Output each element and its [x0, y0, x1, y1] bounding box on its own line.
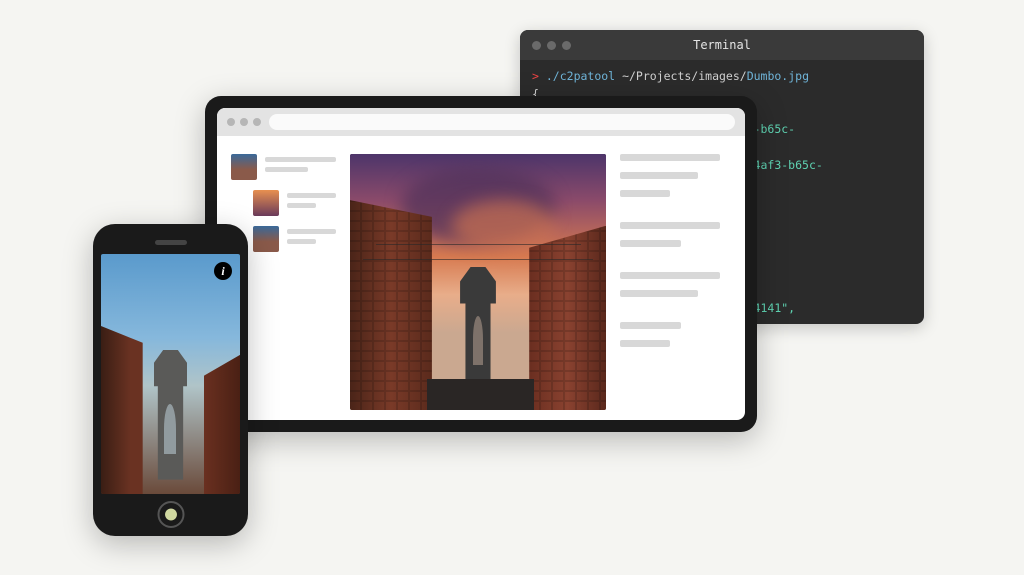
placeholder-line	[620, 222, 720, 229]
placeholder-line	[620, 322, 681, 329]
browser-window	[217, 108, 745, 420]
browser-body	[217, 136, 745, 420]
list-item[interactable]	[253, 226, 336, 252]
phone-device: i	[93, 224, 248, 536]
main-image-column	[350, 154, 606, 410]
thumbnail-icon	[253, 226, 279, 252]
metadata-panel	[620, 154, 731, 410]
list-item[interactable]	[231, 154, 336, 180]
window-controls[interactable]	[227, 118, 261, 126]
phone-screen[interactable]: i	[101, 254, 240, 494]
placeholder-line	[620, 340, 670, 347]
placeholder-line	[620, 290, 698, 297]
camera-viewfinder: i	[101, 254, 240, 494]
tablet-device	[205, 96, 757, 432]
terminal-command-line: > ./c2patool ~/Projects/images/Dumbo.jpg	[532, 68, 912, 86]
minimize-icon[interactable]	[240, 118, 248, 126]
browser-chrome	[217, 108, 745, 136]
main-image[interactable]	[350, 154, 606, 410]
address-bar[interactable]	[269, 114, 735, 130]
info-icon[interactable]: i	[214, 262, 232, 280]
thumbnail-icon	[253, 190, 279, 216]
placeholder-line	[620, 172, 698, 179]
list-item[interactable]	[253, 190, 336, 216]
bridge-photo-icon	[350, 154, 606, 410]
close-icon[interactable]	[227, 118, 235, 126]
thumbnail-icon	[231, 154, 257, 180]
terminal-title: Terminal	[520, 38, 924, 52]
placeholder-line	[620, 190, 670, 197]
terminal-titlebar: Terminal	[520, 30, 924, 60]
home-button[interactable]	[157, 501, 184, 528]
placeholder-line	[620, 272, 720, 279]
placeholder-line	[620, 154, 720, 161]
maximize-icon[interactable]	[253, 118, 261, 126]
placeholder-line	[620, 240, 681, 247]
